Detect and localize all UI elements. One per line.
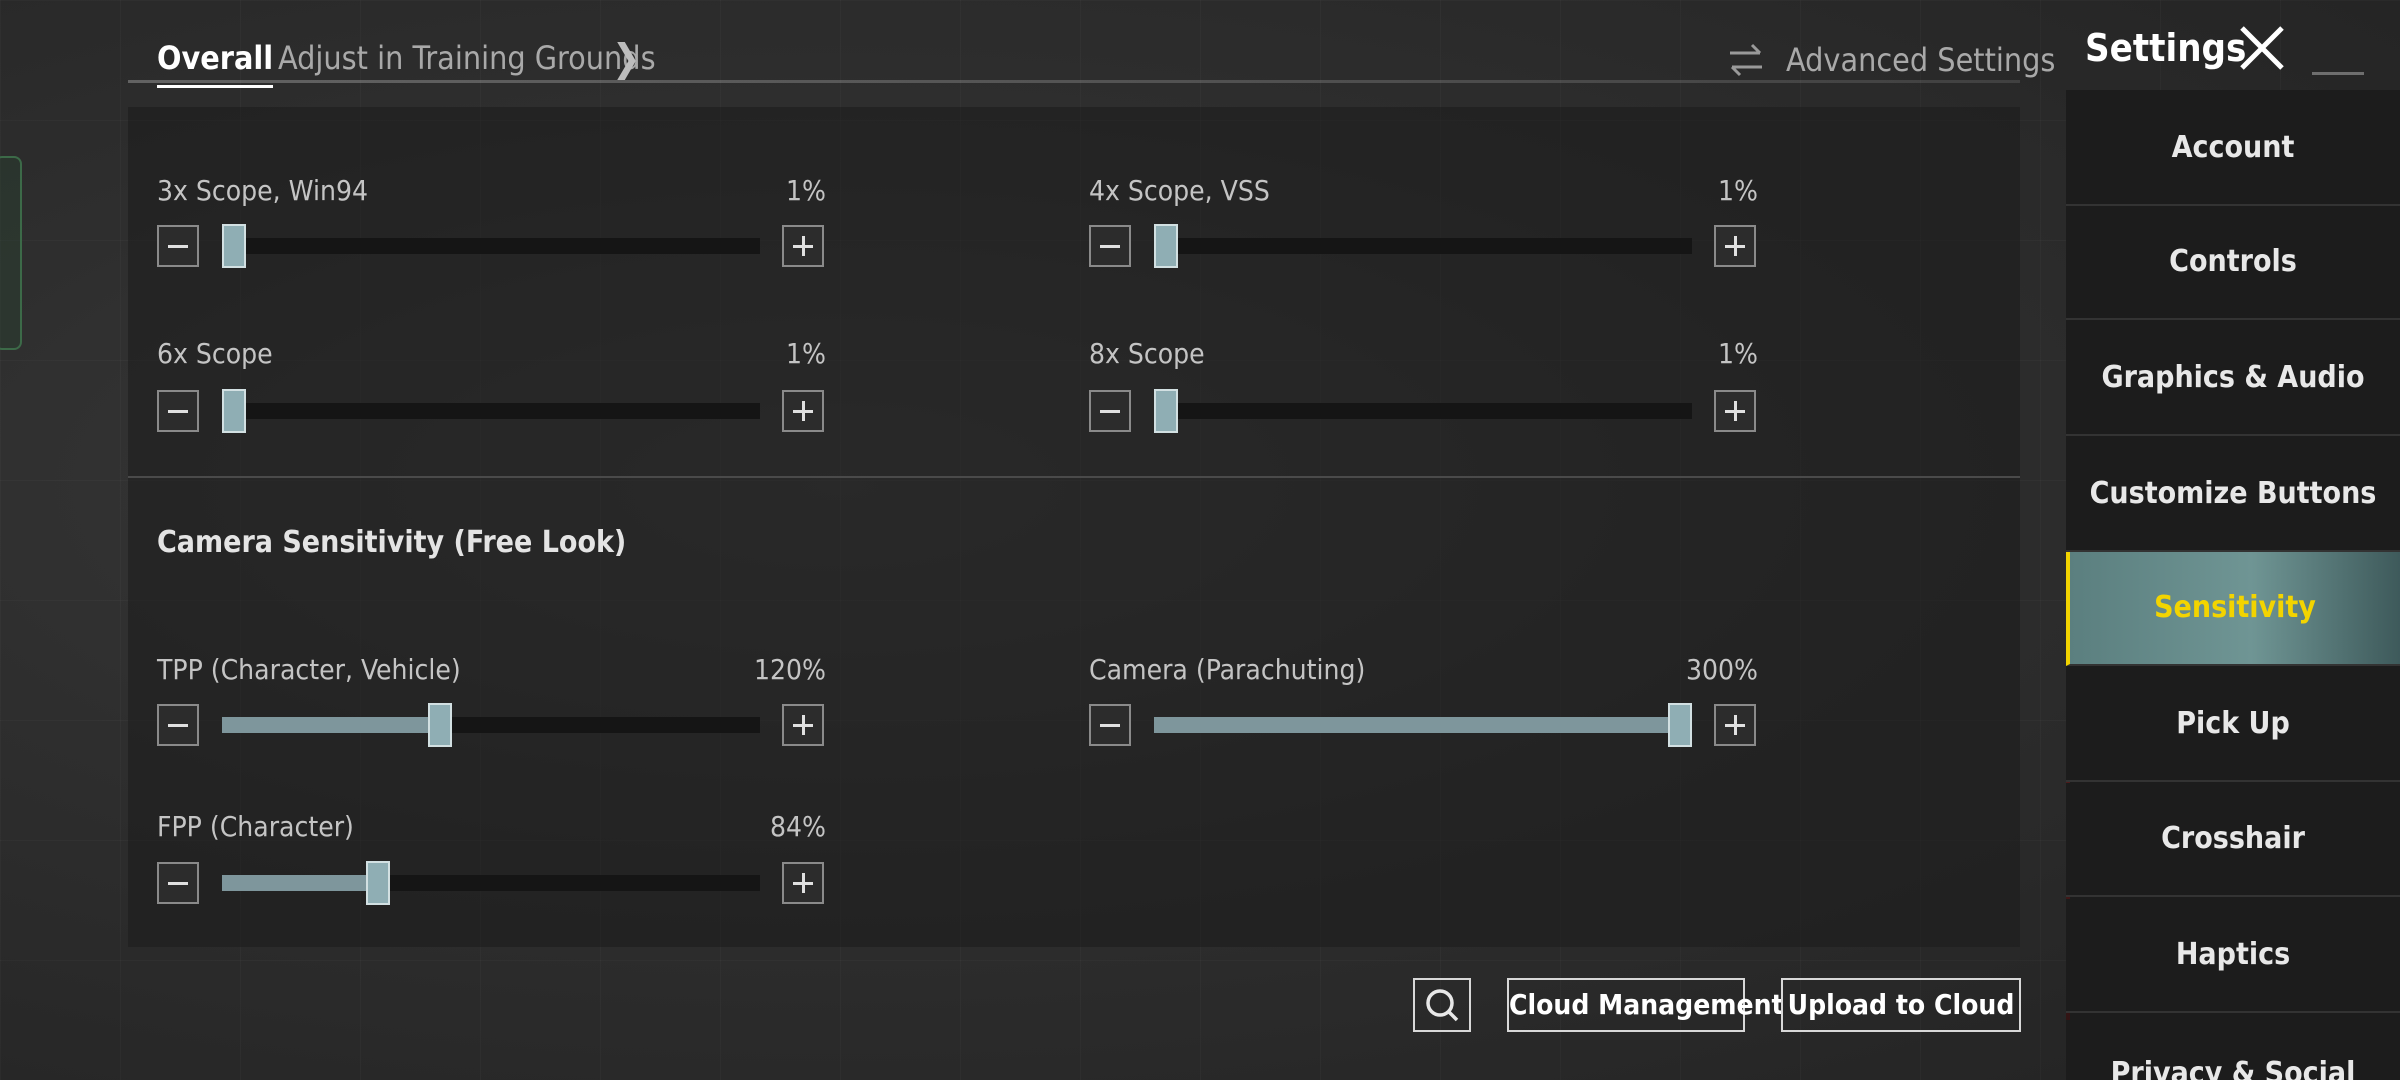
search-button[interactable] — [1413, 978, 1471, 1032]
close-icon[interactable] — [2236, 22, 2288, 74]
slider-thumb[interactable] — [1154, 224, 1178, 268]
slider-track[interactable] — [1154, 703, 1692, 747]
decrease-button[interactable] — [1089, 225, 1131, 267]
increase-button[interactable] — [782, 390, 824, 432]
slider-value: 300% — [1685, 653, 1758, 686]
decrease-button[interactable] — [1089, 704, 1131, 746]
sidebar-item-controls[interactable]: Controls — [2066, 206, 2400, 320]
slider-thumb[interactable] — [222, 224, 246, 268]
increase-button[interactable] — [782, 225, 824, 267]
slider-label: 8x Scope — [1089, 337, 1205, 370]
slider-label: FPP (Character) — [157, 810, 354, 843]
decrease-button[interactable] — [157, 390, 199, 432]
slider-value: 1% — [1718, 337, 1758, 370]
slider-thumb[interactable] — [1668, 703, 1692, 747]
tab-adjust-in-training-grounds[interactable]: Adjust in Training Grounds — [278, 36, 656, 80]
swap-arrows-icon[interactable] — [1726, 40, 1766, 80]
search-icon — [1426, 989, 1459, 1022]
sidebar-item-customize-buttons[interactable]: Customize Buttons — [2066, 438, 2400, 552]
cloud-management-button[interactable]: Cloud Management — [1507, 978, 1784, 1032]
slider-track[interactable] — [1154, 389, 1692, 433]
chevron-right-icon[interactable]: ❯ — [612, 38, 641, 78]
sidebar-item-privacy-social[interactable]: Privacy & Social — [2066, 1020, 2400, 1080]
decrease-button[interactable] — [157, 225, 199, 267]
slider-thumb[interactable] — [366, 861, 390, 905]
slider-label: 4x Scope, VSS — [1089, 174, 1270, 207]
slider-value: 84% — [770, 810, 826, 843]
slider-value: 1% — [786, 174, 826, 207]
decrease-button[interactable] — [1089, 390, 1131, 432]
increase-button[interactable] — [782, 862, 824, 904]
settings-screen: Overall Adjust in Training Grounds ❯ Adv… — [0, 0, 2400, 1080]
advanced-settings-link[interactable]: Advanced Settings — [1786, 38, 2055, 82]
slider-label: TPP (Character, Vehicle) — [157, 653, 461, 686]
increase-button[interactable] — [1714, 704, 1756, 746]
slider-track[interactable] — [1154, 224, 1692, 268]
slider-label: Camera (Parachuting) — [1089, 653, 1366, 686]
decrease-button[interactable] — [157, 704, 199, 746]
increase-button[interactable] — [1714, 390, 1756, 432]
slider-value: 120% — [753, 653, 826, 686]
sidebar-item-sensitivity[interactable]: Sensitivity — [2066, 552, 2400, 666]
camera-sensitivity-heading: Camera Sensitivity (Free Look) — [157, 525, 627, 560]
decrease-button[interactable] — [157, 862, 199, 904]
section-divider — [128, 476, 2020, 478]
settings-title: Settings — [2085, 26, 2247, 70]
slider-value: 1% — [1718, 174, 1758, 207]
upload-to-cloud-button[interactable]: Upload to Cloud — [1781, 978, 2021, 1032]
sidebar-item-haptics[interactable]: Haptics — [2066, 899, 2400, 1013]
left-edge-handle[interactable] — [0, 156, 22, 350]
slider-track[interactable] — [222, 389, 760, 433]
tab-overall[interactable]: Overall — [157, 36, 274, 88]
increase-button[interactable] — [1714, 225, 1756, 267]
slider-label: 6x Scope — [157, 337, 273, 370]
sidebar-item-graphics-audio[interactable]: Graphics & Audio — [2066, 322, 2400, 436]
slider-value: 1% — [786, 337, 826, 370]
slider-thumb[interactable] — [1154, 389, 1178, 433]
header-divider — [128, 80, 2020, 83]
slider-thumb[interactable] — [222, 389, 246, 433]
sidebar-item-account[interactable]: Account — [2066, 92, 2400, 206]
sidebar-item-pick-up[interactable]: Pick Up — [2066, 668, 2400, 782]
slider-thumb[interactable] — [428, 703, 452, 747]
slider-track[interactable] — [222, 224, 760, 268]
header-accent-line — [2312, 72, 2364, 75]
increase-button[interactable] — [782, 704, 824, 746]
slider-track[interactable] — [222, 861, 760, 905]
slider-track[interactable] — [222, 703, 760, 747]
slider-label: 3x Scope, Win94 — [157, 174, 368, 207]
sidebar-item-crosshair[interactable]: Crosshair — [2066, 783, 2400, 897]
